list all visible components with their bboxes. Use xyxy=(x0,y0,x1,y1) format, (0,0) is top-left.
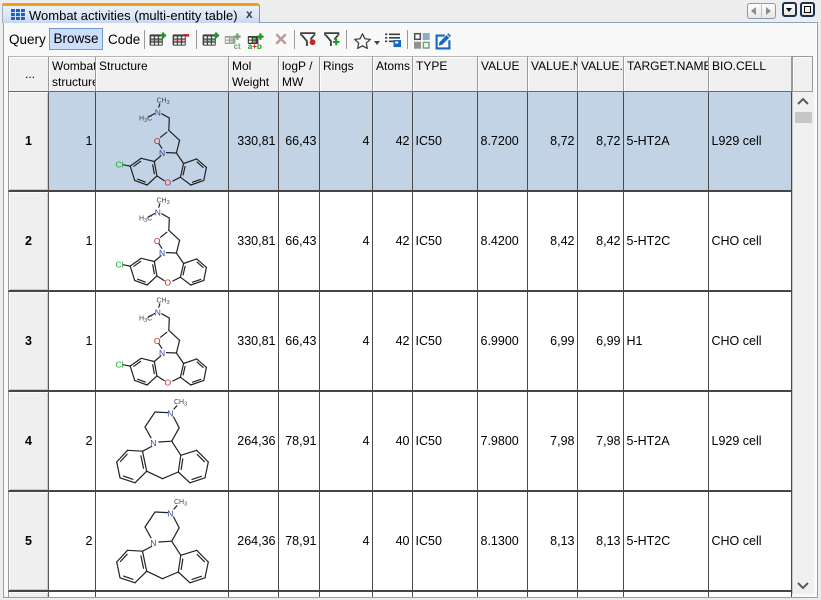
svg-text:O: O xyxy=(164,277,171,287)
svg-text:O: O xyxy=(153,236,160,246)
svg-text:CH3: CH3 xyxy=(156,98,169,107)
svg-text:N: N xyxy=(159,248,165,258)
svg-text:N: N xyxy=(159,148,165,158)
svg-text:N: N xyxy=(154,307,160,317)
svg-text:CH3: CH3 xyxy=(156,298,169,307)
svg-text:N: N xyxy=(150,438,156,448)
svg-text:H3C: H3C xyxy=(139,216,152,225)
svg-text:H3C: H3C xyxy=(139,316,152,325)
svg-text:ct: ct xyxy=(234,42,241,50)
svg-text:N: N xyxy=(159,348,165,358)
svg-text:O: O xyxy=(153,336,160,346)
svg-text:Cl: Cl xyxy=(115,160,123,170)
svg-text:CH3: CH3 xyxy=(156,198,169,207)
svg-text:H3C: H3C xyxy=(139,116,152,125)
svg-text:a+b: a+b xyxy=(248,42,262,50)
svg-text:Cl: Cl xyxy=(115,260,123,270)
svg-text:O: O xyxy=(164,377,171,387)
svg-text:O: O xyxy=(153,136,160,146)
svg-text:N: N xyxy=(150,538,156,548)
svg-text:N: N xyxy=(167,409,173,419)
svg-text:N: N xyxy=(154,207,160,217)
svg-text:O: O xyxy=(164,177,171,187)
svg-text:Cl: Cl xyxy=(115,360,123,370)
svg-text:N: N xyxy=(167,509,173,519)
svg-text:N: N xyxy=(154,107,160,117)
